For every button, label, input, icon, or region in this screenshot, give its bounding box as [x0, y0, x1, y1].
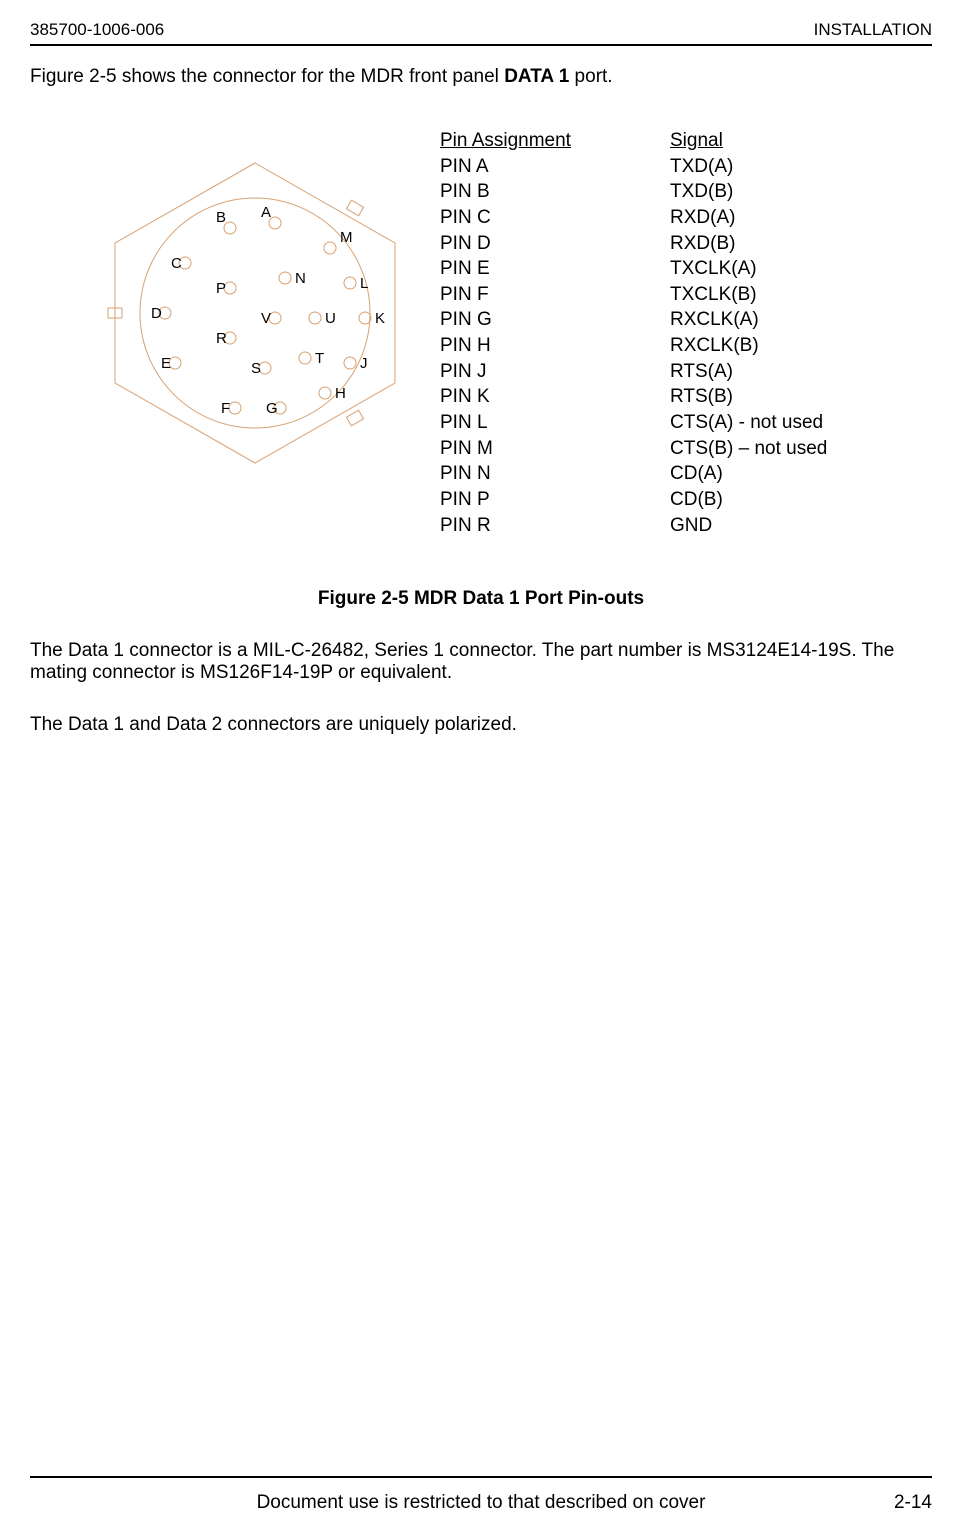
header-signal: Signal — [670, 128, 723, 154]
pin-cell: PIN E — [440, 256, 670, 282]
signal-cell: RTS(A) — [670, 359, 733, 385]
pin-cell: PIN M — [440, 436, 670, 462]
signal-cell: CD(A) — [670, 461, 723, 487]
pin-label: V — [261, 310, 271, 327]
pin-hole-icon — [359, 312, 371, 324]
paragraph-1: The Data 1 connector is a MIL-C-26482, S… — [30, 640, 932, 684]
pin-label: A — [261, 204, 271, 221]
pin-cell: PIN L — [440, 410, 670, 436]
table-row: PIN RGND — [440, 513, 827, 539]
signal-cell: CTS(A) - not used — [670, 410, 823, 436]
pin-cell: PIN N — [440, 461, 670, 487]
table-row: PIN LCTS(A) - not used — [440, 410, 827, 436]
pin-cell: PIN G — [440, 307, 670, 333]
pin-label: C — [171, 255, 182, 272]
signal-cell: TXD(B) — [670, 179, 733, 205]
connector-diagram: A B M C N L P D V U K R E S T JH F G — [100, 158, 410, 468]
pin-cell: PIN F — [440, 282, 670, 308]
pin-hole-icon — [299, 352, 311, 364]
pin-label: H — [335, 385, 346, 402]
pin-label: N — [295, 270, 306, 287]
pin-cell: PIN J — [440, 359, 670, 385]
footer-rule — [30, 1476, 932, 1478]
pin-cell: PIN B — [440, 179, 670, 205]
header-rule — [30, 44, 932, 46]
footer-center: Document use is restricted to that descr… — [30, 1492, 932, 1514]
figure-caption: Figure 2-5 MDR Data 1 Port Pin-outs — [30, 588, 932, 610]
pin-cell: PIN D — [440, 231, 670, 257]
pin-cell: PIN P — [440, 487, 670, 513]
table-row: PIN NCD(A) — [440, 461, 827, 487]
pin-label: P — [216, 280, 226, 297]
signal-cell: CTS(B) – not used — [670, 436, 827, 462]
table-row: PIN PCD(B) — [440, 487, 827, 513]
table-row: PIN JRTS(A) — [440, 359, 827, 385]
header-right: INSTALLATION — [814, 20, 932, 40]
signal-cell: RXCLK(B) — [670, 333, 759, 359]
pin-label: L — [360, 275, 368, 292]
paragraph-2: The Data 1 and Data 2 connectors are uni… — [30, 714, 932, 736]
signal-cell: CD(B) — [670, 487, 723, 513]
intro-suffix: port. — [569, 66, 612, 87]
pin-hole-icon — [324, 242, 336, 254]
signal-cell: TXCLK(B) — [670, 282, 757, 308]
notch-icon — [346, 200, 363, 216]
table-row: PIN KRTS(B) — [440, 384, 827, 410]
table-row: PIN DRXD(B) — [440, 231, 827, 257]
signal-cell: TXCLK(A) — [670, 256, 757, 282]
header: 385700-1006-006 INSTALLATION — [30, 20, 932, 40]
signal-cell: RXCLK(A) — [670, 307, 759, 333]
pin-label: T — [315, 350, 324, 367]
intro-prefix: Figure 2-5 shows the connector for the M… — [30, 66, 504, 87]
signal-cell: RTS(B) — [670, 384, 733, 410]
pin-hole-icon — [279, 272, 291, 284]
pin-label: K — [375, 310, 385, 327]
pin-hole-icon — [344, 357, 356, 369]
pin-label: E — [161, 355, 171, 372]
intro-text: Figure 2-5 shows the connector for the M… — [30, 66, 932, 88]
pin-hole-icon — [319, 387, 331, 399]
pin-hole-icon — [229, 402, 241, 414]
table-row: PIN CRXD(A) — [440, 205, 827, 231]
connector-svg: A B M C N L P D V U K R E S T JH F G — [100, 158, 410, 468]
table-row: PIN FTXCLK(B) — [440, 282, 827, 308]
pin-rows: PIN ATXD(A)PIN BTXD(B)PIN CRXD(A)PIN DRX… — [440, 154, 827, 539]
pin-cell: PIN R — [440, 513, 670, 539]
header-left: 385700-1006-006 — [30, 20, 164, 40]
pin-assignment-table: Pin Assignment Signal PIN ATXD(A)PIN BTX… — [440, 128, 827, 538]
pin-cell: PIN H — [440, 333, 670, 359]
table-row: PIN MCTS(B) – not used — [440, 436, 827, 462]
figure-row: A B M C N L P D V U K R E S T JH F G Pin Assignment Signa… — [100, 128, 932, 538]
pin-cell: PIN A — [440, 154, 670, 180]
pin-label: U — [325, 310, 336, 327]
signal-cell: RXD(B) — [670, 231, 735, 257]
pin-label: G — [266, 400, 278, 417]
pin-hole-icon — [344, 277, 356, 289]
pin-label: R — [216, 330, 227, 347]
table-row: PIN BTXD(B) — [440, 179, 827, 205]
table-header: Pin Assignment Signal — [440, 128, 827, 154]
pin-label: F — [221, 400, 230, 417]
pin-label: D — [151, 305, 162, 322]
footer: Document use is restricted to that descr… — [30, 1492, 932, 1514]
pin-cell: PIN C — [440, 205, 670, 231]
table-row: PIN GRXCLK(A) — [440, 307, 827, 333]
pin-layer: A B M C N L P D V U K R E S T JH F G — [151, 204, 385, 417]
pin-label: M — [340, 229, 353, 246]
pin-label: J — [360, 355, 368, 372]
pin-label: B — [216, 209, 226, 226]
pin-cell: PIN K — [440, 384, 670, 410]
notch-icon — [346, 410, 363, 426]
table-row: PIN ATXD(A) — [440, 154, 827, 180]
intro-bold: DATA 1 — [504, 66, 569, 87]
pin-hole-icon — [309, 312, 321, 324]
table-row: PIN ETXCLK(A) — [440, 256, 827, 282]
signal-cell: GND — [670, 513, 712, 539]
signal-cell: RXD(A) — [670, 205, 735, 231]
signal-cell: TXD(A) — [670, 154, 733, 180]
page: 385700-1006-006 INSTALLATION Figure 2-5 … — [0, 0, 962, 1534]
pin-label: S — [251, 360, 261, 377]
header-pin: Pin Assignment — [440, 128, 670, 154]
table-row: PIN HRXCLK(B) — [440, 333, 827, 359]
